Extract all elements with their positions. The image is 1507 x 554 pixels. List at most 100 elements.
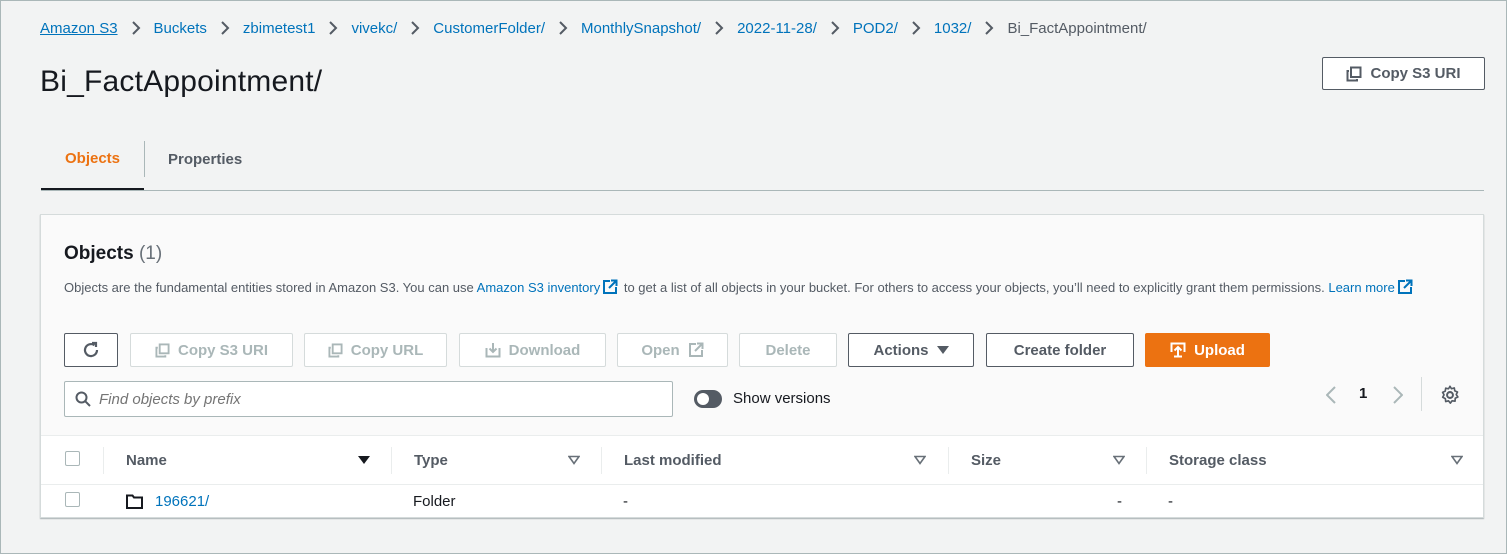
column-divider [948, 447, 949, 474]
objects-panel: Objects (1) Objects are the fundamental … [40, 214, 1484, 518]
breadcrumb-folder-date[interactable]: 2022-11-28/ [737, 20, 817, 37]
learn-more-link[interactable]: Learn more [1328, 280, 1394, 295]
objects-panel-header: Objects (1) Objects are the fundamental … [41, 215, 1483, 436]
objects-table-header: Name Type Last modified Size Storage cla… [41, 436, 1483, 485]
chevron-right-icon [1393, 386, 1403, 404]
column-header-last-modified[interactable]: Last modified [624, 436, 722, 485]
copy-s3-uri-button[interactable]: Copy S3 URI [1322, 57, 1485, 90]
sort-icon[interactable] [1451, 455, 1463, 465]
breadcrumb-folder-vivekc[interactable]: vivekc/ [351, 20, 397, 37]
actions-label: Actions [873, 341, 929, 359]
external-link-icon [688, 342, 704, 357]
upload-label: Upload [1194, 341, 1245, 359]
breadcrumb-buckets[interactable]: Buckets [154, 20, 207, 37]
breadcrumb-amazon-s3[interactable]: Amazon S3 [40, 20, 118, 37]
chevron-right-icon [397, 21, 433, 35]
tab-divider [144, 141, 145, 177]
delete-button[interactable]: Delete [739, 333, 837, 367]
tab-objects[interactable]: Objects [41, 129, 144, 190]
upload-button[interactable]: Upload [1145, 333, 1270, 367]
row-last-modified-cell: - [623, 492, 628, 510]
refresh-icon [83, 341, 99, 358]
select-all-checkbox[interactable] [65, 451, 80, 466]
sort-descending-icon[interactable] [358, 455, 370, 465]
refresh-button[interactable] [64, 333, 118, 367]
objects-description: Objects are the fundamental entities sto… [64, 277, 1454, 299]
chevron-right-icon [701, 21, 737, 35]
breadcrumb-current: Bi_FactAppointment/ [1007, 19, 1147, 37]
breadcrumb: Amazon S3 Buckets zbimetest1 vivekc/ Cus… [40, 17, 1147, 39]
copy-s3-uri-label: Copy S3 URI [1370, 65, 1461, 82]
column-header-storage-class[interactable]: Storage class [1169, 436, 1267, 485]
create-folder-button[interactable]: Create folder [986, 333, 1134, 367]
search-box [64, 381, 673, 417]
copy-icon [328, 342, 343, 358]
breadcrumb-folder-monthlysnapshot[interactable]: MonthlySnapshot/ [581, 20, 701, 37]
copy-s3-uri-toolbar-label: Copy S3 URI [177, 341, 268, 359]
upload-icon [1170, 342, 1186, 358]
copy-icon [1346, 66, 1362, 81]
delete-label: Delete [765, 341, 811, 359]
create-folder-label: Create folder [1013, 341, 1107, 359]
column-divider [391, 447, 392, 474]
chevron-right-icon [315, 21, 351, 35]
copy-icon [155, 342, 170, 358]
download-button[interactable]: Download [459, 333, 606, 367]
chevron-right-icon [971, 21, 1007, 35]
tab-properties[interactable]: Properties [168, 129, 242, 190]
download-label: Download [508, 341, 581, 359]
copy-s3-uri-toolbar-button[interactable]: Copy S3 URI [130, 333, 293, 367]
show-versions-label: Show versions [733, 390, 831, 407]
row-size-cell: - [1117, 492, 1122, 510]
gear-icon[interactable] [1439, 384, 1461, 406]
objects-count: (1) [138, 243, 163, 264]
folder-link[interactable]: 196621/ [155, 493, 209, 510]
sort-icon[interactable] [1113, 455, 1125, 465]
row-checkbox[interactable] [65, 492, 80, 507]
chevron-right-icon [817, 21, 853, 35]
column-header-name[interactable]: Name [126, 436, 167, 485]
caret-down-icon [936, 346, 949, 354]
row-storage-class-cell: - [1168, 492, 1173, 510]
breadcrumb-bucket[interactable]: zbimetest1 [243, 20, 316, 37]
search-input[interactable] [99, 390, 639, 408]
breadcrumb-folder-1032[interactable]: 1032/ [934, 20, 972, 37]
open-label: Open [641, 341, 680, 359]
external-link-icon [1397, 279, 1413, 294]
description-text-2: to get a list of all objects in your buc… [620, 280, 1329, 295]
folder-icon [126, 494, 143, 509]
description-text-1: Objects are the fundamental entities sto… [64, 280, 477, 295]
previous-page-button[interactable] [1322, 385, 1340, 405]
download-icon [485, 343, 501, 358]
column-header-size[interactable]: Size [971, 436, 1001, 485]
search-icon [75, 391, 91, 407]
objects-heading: Objects (1) [64, 243, 162, 265]
column-divider [601, 447, 602, 474]
page-title: Bi_FactAppointment/ [40, 65, 323, 98]
show-versions-toggle[interactable] [694, 390, 722, 408]
chevron-left-icon [1326, 386, 1336, 404]
copy-url-button[interactable]: Copy URL [304, 333, 447, 367]
sort-icon[interactable] [568, 455, 580, 465]
column-divider [1146, 447, 1147, 474]
column-divider [103, 447, 104, 474]
actions-dropdown-button[interactable]: Actions [848, 333, 974, 367]
external-link-icon [603, 279, 618, 294]
objects-heading-label: Objects [64, 243, 134, 264]
open-button[interactable]: Open [617, 333, 728, 367]
s3-inventory-link[interactable]: Amazon S3 inventory [477, 280, 601, 295]
tab-bar: Objects Properties [41, 129, 1484, 191]
column-header-type[interactable]: Type [414, 436, 448, 485]
sort-icon[interactable] [914, 455, 926, 465]
chevron-right-icon [207, 21, 243, 35]
next-page-button[interactable] [1389, 385, 1407, 405]
chevron-right-icon [898, 21, 934, 35]
row-type-cell: Folder [413, 492, 456, 510]
current-page-number[interactable]: 1 [1359, 385, 1367, 402]
breadcrumb-folder-pod2[interactable]: POD2/ [853, 20, 898, 37]
chevron-right-icon [545, 21, 581, 35]
table-row: 196621/ Folder - - - [41, 485, 1483, 517]
chevron-right-icon [118, 21, 154, 35]
copy-url-label: Copy URL [350, 341, 424, 359]
breadcrumb-folder-customerfolder[interactable]: CustomerFolder/ [433, 20, 545, 37]
